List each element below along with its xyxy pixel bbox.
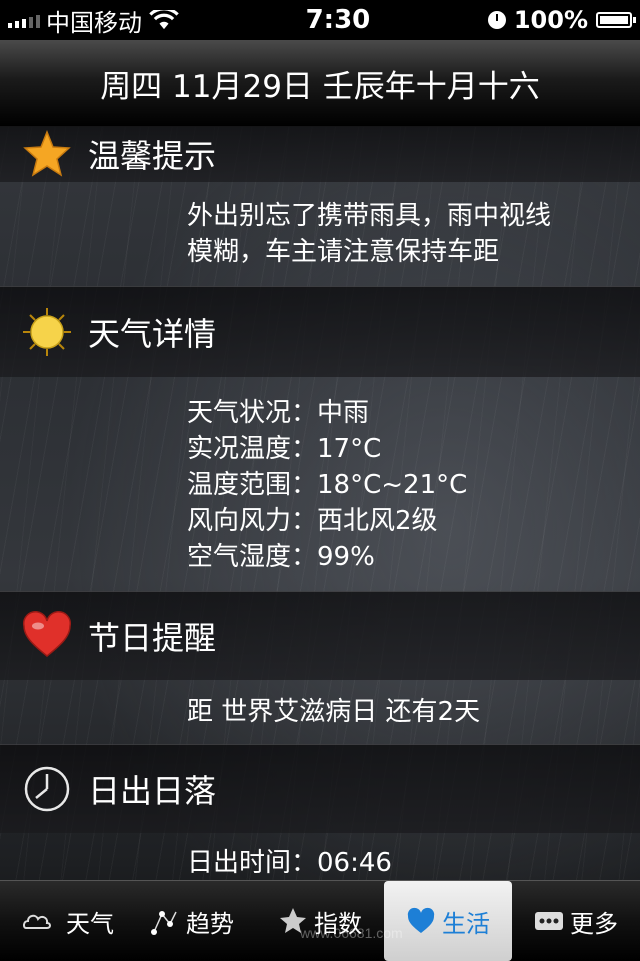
tips-text-line-2: 模糊，车主请注意保持车距	[187, 237, 500, 267]
watermark: www.06681.com	[300, 925, 403, 941]
weather-row-key: 温度范围：	[187, 470, 318, 500]
status-bar: 中国移动 7:30 100%	[0, 0, 640, 40]
section-weather-header: 天气详情	[0, 286, 640, 377]
weather-row-value: 西北风2级	[317, 506, 438, 536]
heart-icon	[22, 611, 72, 657]
alarm-icon	[487, 11, 506, 29]
weather-row-key: 空气湿度：	[187, 542, 318, 572]
section-weather-title: 天气详情	[88, 315, 217, 353]
tab-trend[interactable]: 趋势	[128, 881, 256, 961]
weather-row-key: 天气状况：	[187, 398, 318, 428]
tab-bar: 天气 趋势 指数 生活 更多	[0, 880, 640, 961]
weather-row: 风向风力： 西北风2级	[187, 503, 640, 539]
section-weather-body: 天气状况： 中雨 实况温度： 17°C 温度范围： 18°C~21°C 风向风力： 西北…	[0, 377, 640, 591]
tips-text-line-1: 外出别忘了携带雨具，雨中视线	[187, 201, 552, 231]
section-tips-header: 温馨提示	[0, 126, 640, 182]
section-tips-body: 外出别忘了携带雨具，雨中视线 模糊，车主请注意保持车距	[0, 182, 640, 286]
tab-index[interactable]: 指数	[256, 881, 384, 961]
weather-row-value: 17°C	[317, 434, 382, 464]
weather-row-key: 风向风力：	[187, 506, 318, 536]
weather-row-value: 99%	[317, 542, 375, 572]
star-icon	[23, 129, 71, 177]
sunrise-row: 日出时间：06:46	[187, 848, 392, 878]
more-icon	[535, 912, 563, 930]
section-holiday-header: 节日提醒	[0, 591, 640, 680]
tab-life-label: 生活	[442, 909, 490, 938]
sun-icon	[23, 308, 71, 356]
status-time: 7:30	[305, 5, 371, 35]
holiday-text: 距 世界艾滋病日 还有2天	[187, 697, 481, 727]
weather-row: 温度范围： 18°C~21°C	[187, 467, 640, 503]
tab-more-label: 更多	[570, 909, 618, 938]
life-icon	[407, 907, 435, 933]
tab-life[interactable]: 生活	[384, 881, 512, 961]
date-text: 周四 11月29日 壬辰年十月十六	[100, 68, 540, 105]
battery-percent: 100%	[513, 6, 588, 34]
tab-weather-label: 天气	[66, 909, 114, 938]
tab-trend-label: 趋势	[186, 909, 234, 938]
carrier-name: 中国移动	[46, 8, 142, 37]
date-header: 周四 11月29日 壬辰年十月十六	[0, 40, 640, 127]
section-sun-body: 日出时间：06:46	[0, 833, 640, 880]
section-holiday-body: 距 世界艾滋病日 还有2天	[0, 680, 640, 744]
weather-row: 空气湿度： 99%	[187, 539, 640, 575]
tab-more[interactable]: 更多	[512, 881, 640, 961]
section-sun-title: 日出日落	[88, 772, 217, 810]
trend-icon	[151, 911, 177, 935]
weather-row: 天气状况： 中雨	[187, 395, 640, 431]
weather-row-key: 实况温度：	[187, 434, 318, 464]
signal-bars-icon	[8, 12, 40, 28]
section-sun-header: 日出日落	[0, 744, 640, 833]
section-holiday-title: 节日提醒	[88, 619, 217, 657]
section-tips-title: 温馨提示	[88, 137, 217, 175]
weather-row-value: 中雨	[317, 398, 370, 428]
wifi-icon	[149, 10, 179, 30]
weather-row-value: 18°C~21°C	[317, 470, 468, 500]
clock-icon	[24, 766, 70, 812]
content-area[interactable]: 温馨提示 外出别忘了携带雨具，雨中视线 模糊，车主请注意保持车距 天气详情 天气…	[0, 126, 640, 880]
cloud-icon	[22, 914, 51, 929]
battery-icon	[596, 12, 636, 28]
weather-row: 实况温度： 17°C	[187, 431, 640, 467]
tab-weather[interactable]: 天气	[0, 881, 128, 961]
